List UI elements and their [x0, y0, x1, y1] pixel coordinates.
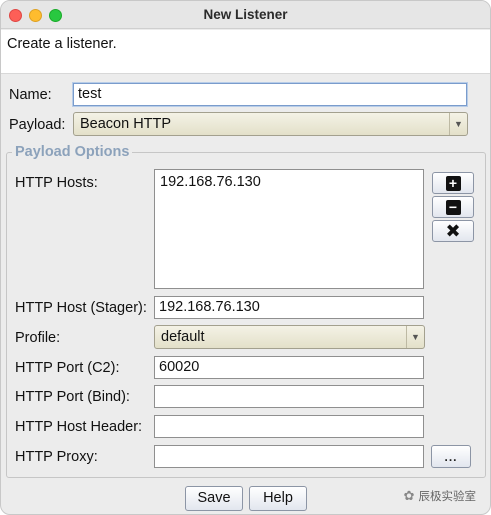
chevron-down-icon: ▼ — [406, 326, 424, 348]
http-hosts-label: HTTP Hosts: — [15, 175, 98, 191]
http-port-c2-field[interactable]: 60020 — [154, 356, 424, 379]
window-title: New Listener — [203, 7, 288, 22]
watermark-text: 辰极实验室 — [418, 491, 477, 503]
proxy-browse-label: ... — [444, 449, 458, 464]
profile-select-value: default — [161, 329, 205, 345]
payload-options-title: Payload Options — [12, 144, 133, 160]
x-icon: ✖ — [445, 221, 461, 241]
close-window-button[interactable] — [9, 9, 22, 22]
minimize-window-button[interactable] — [29, 9, 42, 22]
payload-label: Payload: — [9, 117, 66, 133]
plus-icon: + — [445, 175, 461, 191]
add-host-button[interactable]: + — [432, 172, 474, 194]
remove-host-button[interactable]: − — [432, 196, 474, 218]
http-proxy-field[interactable] — [154, 445, 424, 468]
http-proxy-label: HTTP Proxy: — [15, 449, 98, 465]
http-port-bind-field[interactable] — [154, 385, 424, 408]
clear-hosts-button[interactable]: ✖ — [432, 220, 474, 242]
http-host-header-label: HTTP Host Header: — [15, 419, 143, 435]
payload-select-value: Beacon HTTP — [80, 116, 172, 132]
new-listener-dialog: New Listener Create a listener. Name: te… — [0, 0, 491, 515]
proxy-browse-button[interactable]: ... — [431, 445, 471, 468]
watermark: ✿ 辰极实验室 — [404, 488, 476, 504]
http-port-bind-label: HTTP Port (Bind): — [15, 389, 130, 405]
help-button[interactable]: Help — [249, 486, 307, 511]
name-field[interactable]: test — [73, 83, 467, 106]
payload-select[interactable]: Beacon HTTP ▼ — [73, 112, 468, 136]
save-button[interactable]: Save — [185, 486, 243, 511]
wechat-icon: ✿ — [403, 488, 415, 503]
zoom-window-button[interactable] — [49, 9, 62, 22]
profile-select[interactable]: default ▼ — [154, 325, 425, 349]
title-bar: New Listener — [1, 1, 490, 29]
http-port-c2-label: HTTP Port (C2): — [15, 360, 120, 376]
minus-icon: − — [445, 199, 461, 215]
chevron-down-icon: ▼ — [449, 113, 467, 135]
description-text: Create a listener. — [7, 36, 117, 52]
http-host-item[interactable]: 192.168.76.130 — [160, 174, 418, 190]
http-host-header-field[interactable] — [154, 415, 424, 438]
profile-label: Profile: — [15, 330, 61, 346]
http-host-stager-field[interactable]: 192.168.76.130 — [154, 296, 424, 319]
http-hosts-list[interactable]: 192.168.76.130 — [154, 169, 424, 289]
description-panel: Create a listener. — [1, 30, 490, 74]
name-label: Name: — [9, 87, 52, 103]
http-host-stager-label: HTTP Host (Stager): — [15, 300, 147, 316]
